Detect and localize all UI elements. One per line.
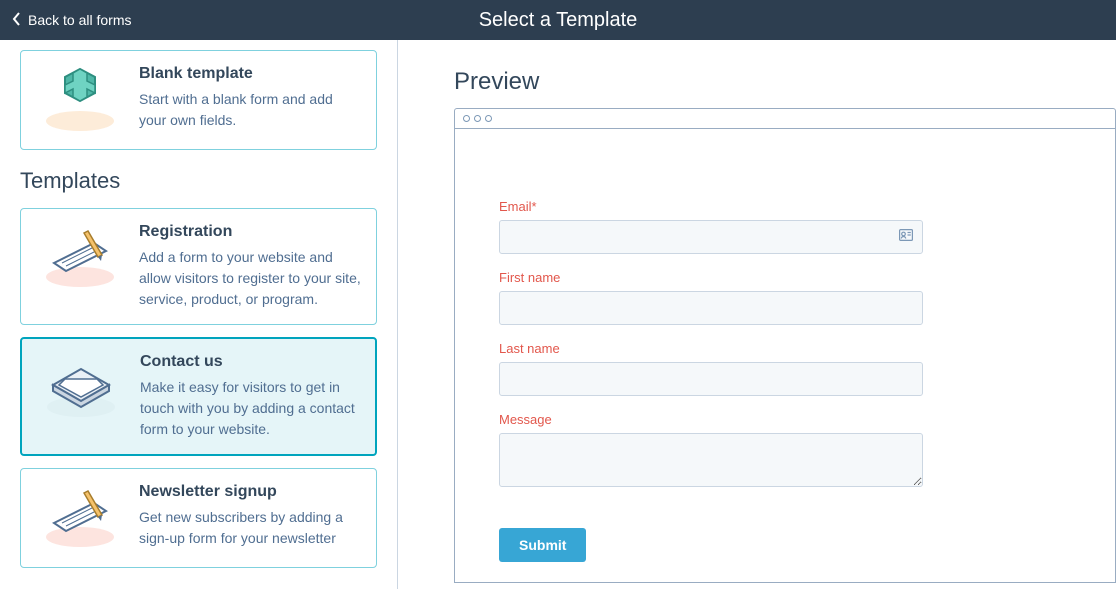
preview-browser-frame: Email* xyxy=(454,108,1116,583)
first-name-input[interactable] xyxy=(499,291,923,325)
preview-column: Preview Email* xyxy=(398,40,1116,589)
card-desc: Get new subscribers by adding a sign-up … xyxy=(139,507,362,549)
card-desc: Add a form to your website and allow vis… xyxy=(139,247,362,310)
window-dot-icon xyxy=(463,115,470,122)
window-dot-icon xyxy=(474,115,481,122)
page-title: Select a Template xyxy=(479,9,638,32)
card-title: Registration xyxy=(139,223,362,241)
card-title: Newsletter signup xyxy=(139,483,362,501)
message-textarea[interactable] xyxy=(499,433,923,487)
template-card-contact-us[interactable]: Contact us Make it easy for visitors to … xyxy=(20,337,377,456)
template-list-column: Blank template Start with a blank form a… xyxy=(0,40,398,589)
blank-template-icon xyxy=(35,65,125,135)
preview-browser-toolbar xyxy=(455,109,1115,129)
template-card-blank[interactable]: Blank template Start with a blank form a… xyxy=(20,50,377,150)
submit-button[interactable]: Submit xyxy=(499,528,586,562)
card-desc: Start with a blank form and add your own… xyxy=(139,89,362,131)
back-to-forms-link[interactable]: Back to all forms xyxy=(0,12,131,29)
chevron-left-icon xyxy=(12,12,22,29)
registration-icon xyxy=(35,223,125,293)
template-card-registration[interactable]: Registration Add a form to your website … xyxy=(20,208,377,325)
first-name-label: First name xyxy=(499,270,1071,285)
last-name-label: Last name xyxy=(499,341,1071,356)
template-card-newsletter[interactable]: Newsletter signup Get new subscribers by… xyxy=(20,468,377,568)
card-desc: Make it easy for visitors to get in touc… xyxy=(140,377,361,440)
back-label: Back to all forms xyxy=(28,12,131,28)
templates-heading: Templates xyxy=(20,168,377,194)
top-bar: Back to all forms Select a Template xyxy=(0,0,1116,40)
preview-heading: Preview xyxy=(454,68,1116,96)
newsletter-icon xyxy=(35,483,125,553)
card-title: Blank template xyxy=(139,65,362,83)
last-name-input[interactable] xyxy=(499,362,923,396)
email-input[interactable] xyxy=(499,220,923,254)
main-area: Blank template Start with a blank form a… xyxy=(0,40,1116,589)
contact-us-icon xyxy=(36,353,126,423)
window-dot-icon xyxy=(485,115,492,122)
email-label: Email* xyxy=(499,199,1071,214)
preview-form: Email* xyxy=(455,129,1115,582)
contact-card-icon xyxy=(899,228,913,246)
card-title: Contact us xyxy=(140,353,361,371)
message-label: Message xyxy=(499,412,1071,427)
